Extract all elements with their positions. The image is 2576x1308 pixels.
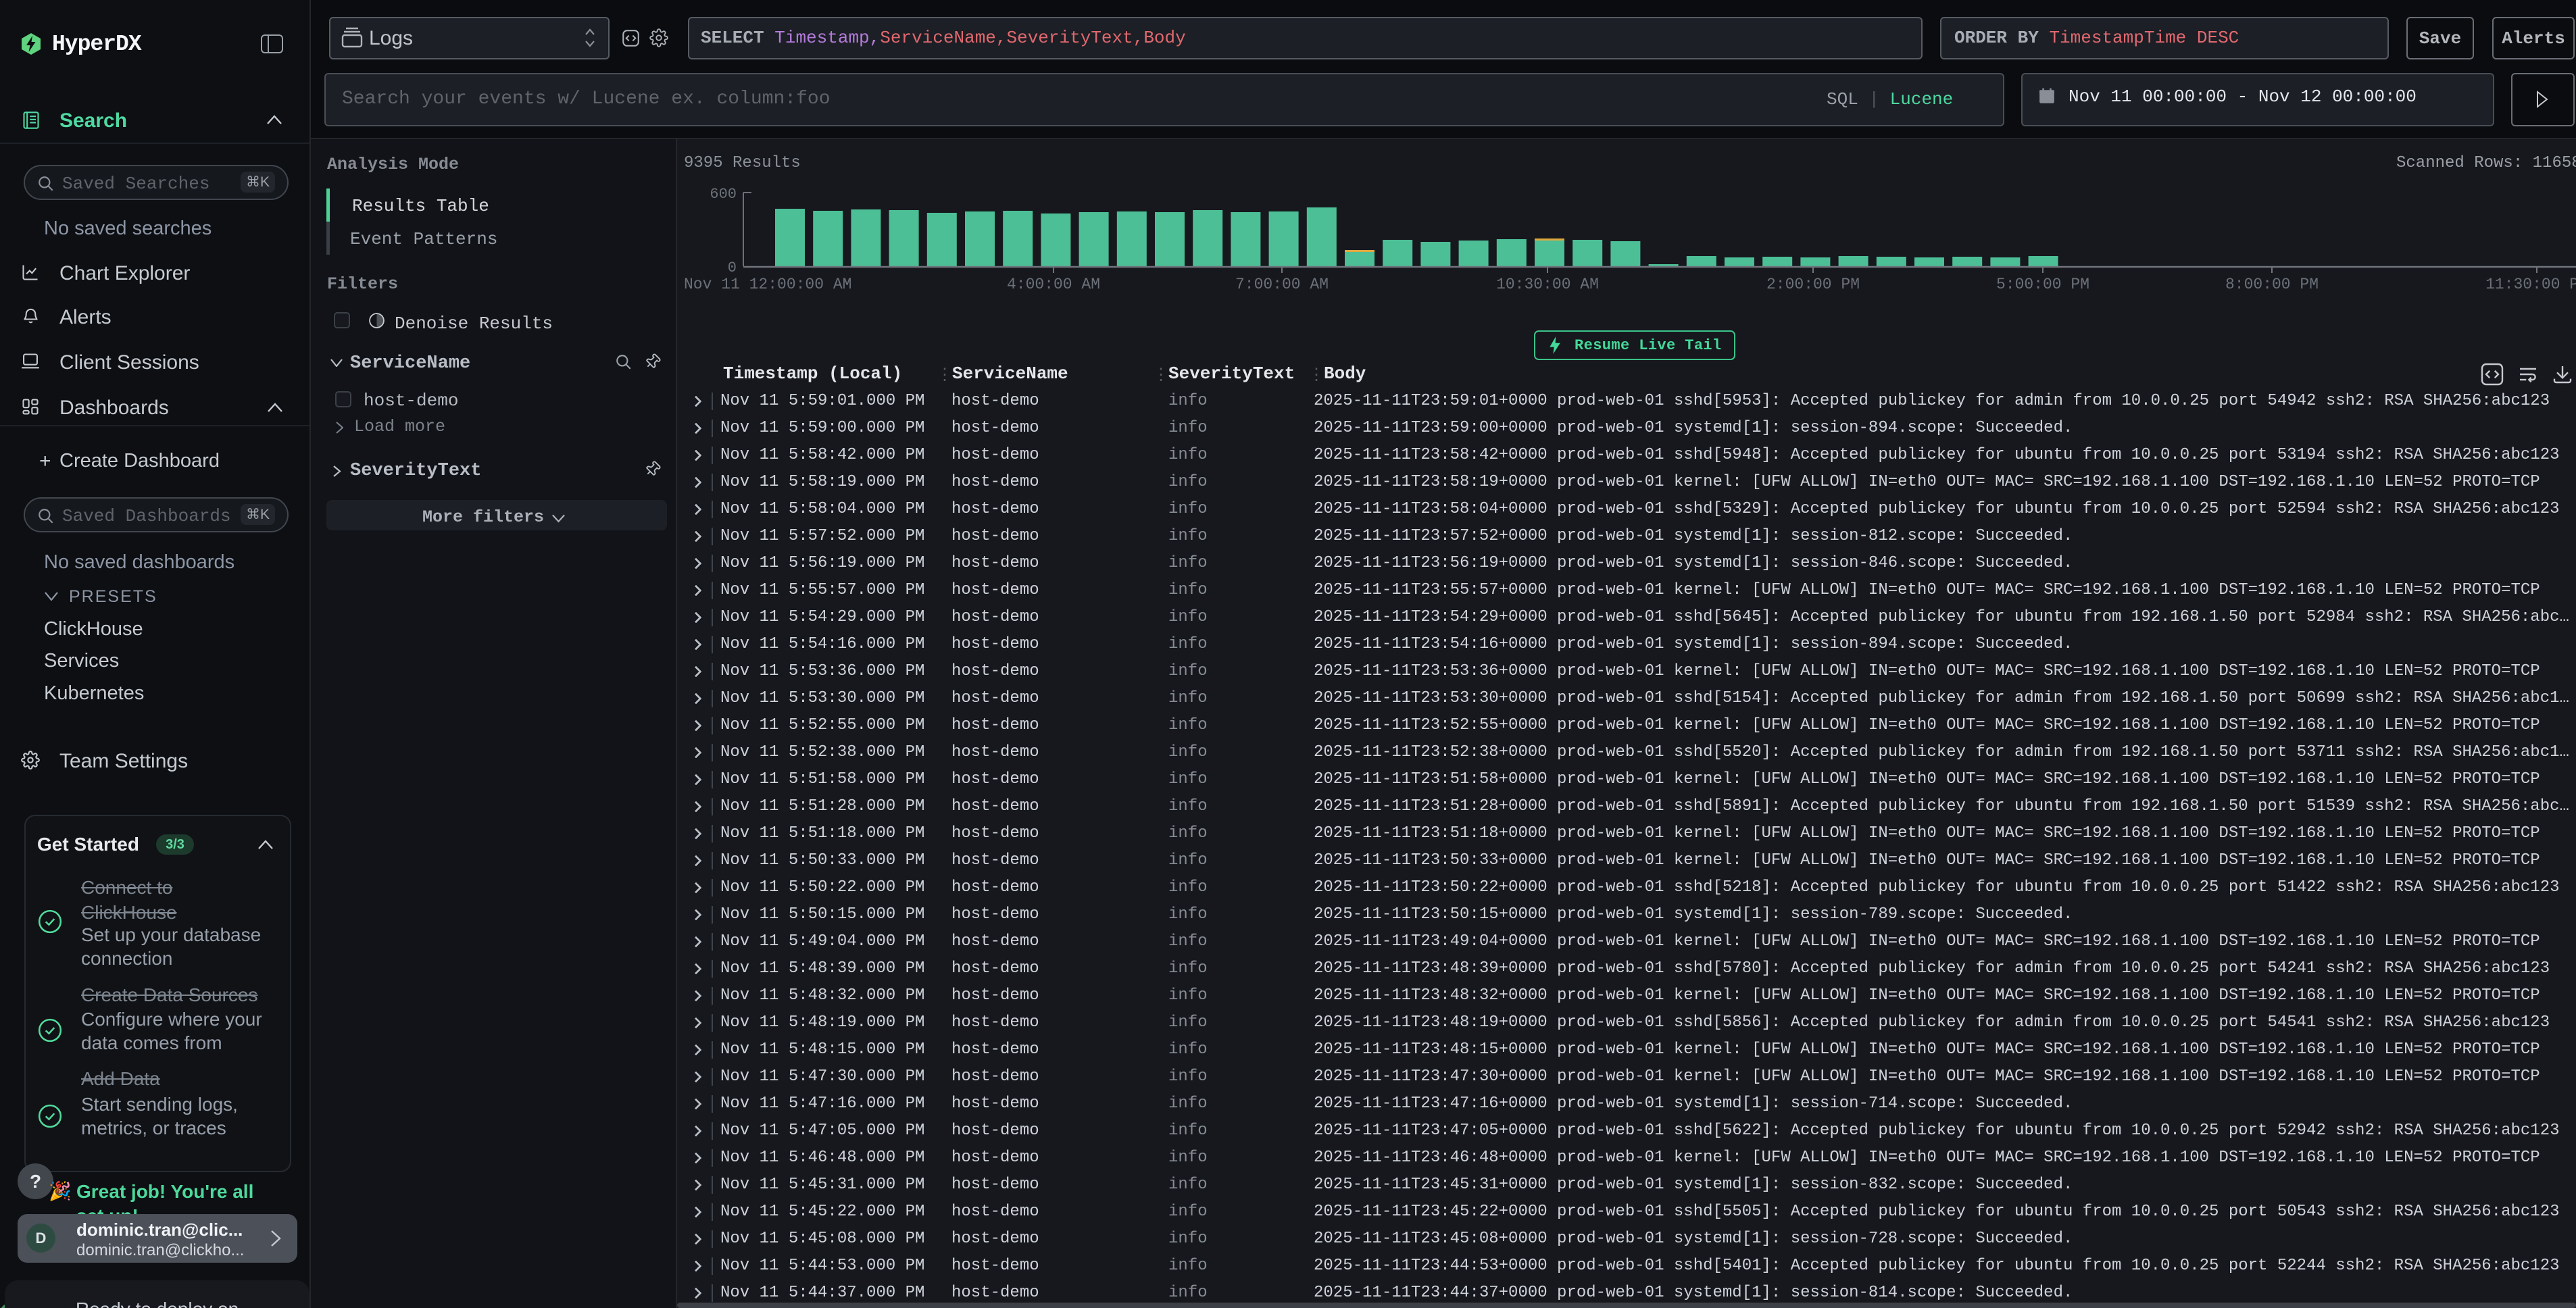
svg-text:11:30:00 PM: 11:30:00 PM — [2485, 276, 2576, 293]
svg-text:Nov 11 12:00:00 AM: Nov 11 12:00:00 AM — [684, 276, 851, 293]
svg-text:8:00:00 PM: 8:00:00 PM — [2225, 276, 2319, 293]
svg-text:4:00:00 AM: 4:00:00 AM — [1007, 276, 1100, 293]
svg-text:7:00:00 AM: 7:00:00 AM — [1235, 276, 1329, 293]
svg-text:2:00:00 PM: 2:00:00 PM — [1766, 276, 1860, 293]
svg-text:5:00:00 PM: 5:00:00 PM — [1996, 276, 2089, 293]
svg-text:0: 0 — [728, 259, 737, 276]
svg-text:10:30:00 AM: 10:30:00 AM — [1496, 276, 1599, 293]
svg-text:600: 600 — [710, 186, 737, 203]
